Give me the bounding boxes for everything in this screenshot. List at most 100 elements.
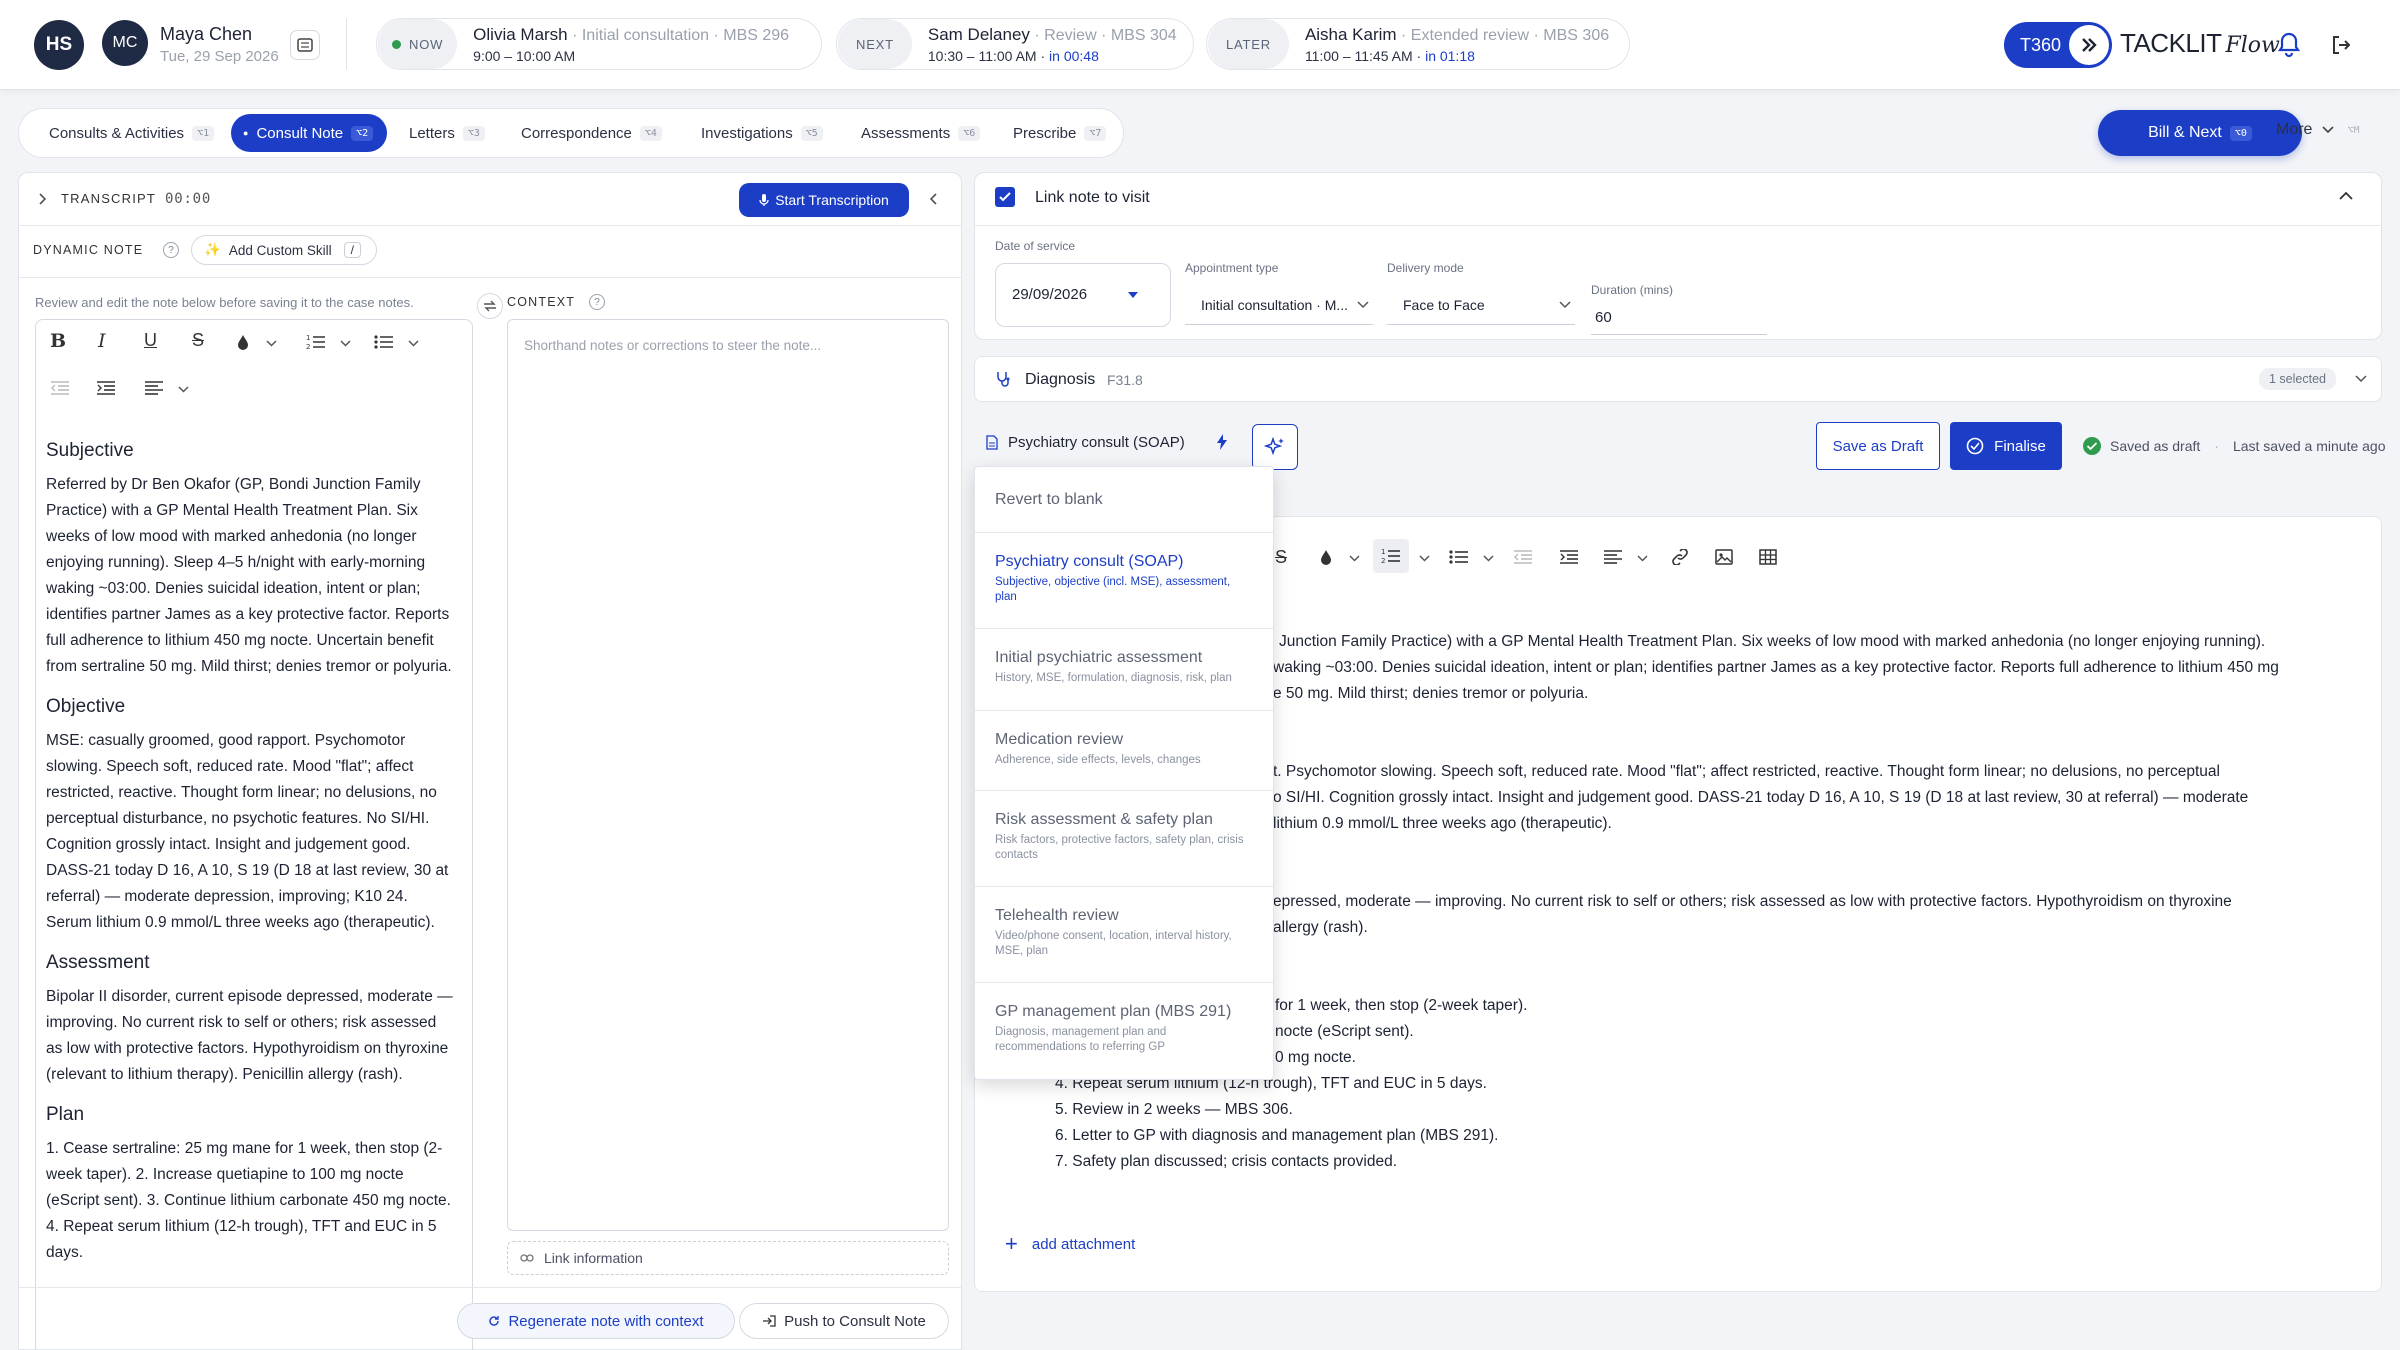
more-shortcut: ⌥M — [2347, 124, 2360, 136]
add-attachment-button[interactable]: + add attachment — [1005, 1233, 1136, 1255]
tab-assessments[interactable]: Assessments ⌥6 — [851, 114, 990, 152]
chevron-up-icon[interactable] — [2339, 191, 2353, 200]
chevron-down-icon[interactable] — [1419, 555, 1430, 562]
objective-heading: Objective — [46, 696, 126, 717]
brand-badge[interactable]: T360 — [2004, 22, 2112, 68]
indent-icon[interactable] — [1559, 549, 1579, 565]
template-menu-item[interactable]: GP management plan (MBS 291) Diagnosis, … — [975, 983, 1273, 1079]
finalise-button[interactable]: Finalise — [1950, 422, 2062, 470]
svg-text:2: 2 — [306, 343, 310, 351]
later-badge: LATER — [1208, 19, 1289, 69]
more-menu-button[interactable]: More ⌥M — [2276, 121, 2365, 139]
ordered-list-icon[interactable]: 12 — [1373, 539, 1409, 573]
bold-icon[interactable]: B — [50, 330, 66, 352]
date-of-service-field[interactable]: 29/09/2026 — [995, 263, 1171, 327]
chevron-down-icon[interactable] — [266, 340, 277, 347]
template-menu-item[interactable]: Telehealth review Video/phone consent, l… — [975, 887, 1273, 983]
template-menu-item[interactable]: Medication review Adherence, side effect… — [975, 711, 1273, 791]
italic-icon[interactable]: I — [98, 330, 106, 352]
stethoscope-icon — [995, 371, 1011, 387]
patient-card-icon[interactable] — [290, 30, 320, 60]
context-textarea[interactable]: Shorthand notes or corrections to steer … — [507, 319, 949, 1231]
start-transcription-button[interactable]: Start Transcription — [739, 183, 909, 217]
date-label: Date of service — [995, 239, 1076, 253]
appointment-later[interactable]: LATER Aisha Karim · Extended review · MB… — [1206, 18, 1630, 70]
regenerate-button[interactable]: Regenerate note with context — [457, 1303, 735, 1339]
help-icon[interactable]: ? — [589, 294, 605, 310]
tab-letters[interactable]: Letters ⌥3 — [399, 114, 495, 152]
menu-item-title: Risk assessment & safety plan — [995, 811, 1213, 828]
add-custom-skill-button[interactable]: ✨ Add Custom Skill / — [191, 235, 377, 265]
patient-info[interactable]: Maya Chen Tue, 29 Sep 2026 — [160, 24, 279, 65]
duration-field[interactable]: 60 — [1591, 303, 1767, 335]
template-menu: Revert to blank Psychiatry consult (SOAP… — [974, 466, 1274, 1080]
appointment-now[interactable]: NOW Olivia Marsh · Initial consultation … — [376, 18, 822, 70]
chevron-right-icon[interactable] — [35, 191, 51, 207]
delivery-mode-select[interactable]: Face to Face — [1387, 283, 1575, 325]
outdent-icon[interactable] — [1513, 549, 1533, 565]
tab-correspondence[interactable]: Correspondence ⌥4 — [511, 114, 672, 152]
finalise-label: Finalise — [1994, 437, 2046, 455]
ordered-list-icon[interactable]: 12 — [306, 333, 326, 351]
tab-consult-note[interactable]: ● Consult Note ⌥2 — [231, 114, 388, 152]
note-content[interactable]: Subjective Referred by Dr Ben Okafor (GP… — [46, 440, 456, 1266]
add-attachment-label: add attachment — [1031, 1235, 1136, 1253]
strikethrough-icon[interactable]: S — [1275, 547, 1287, 568]
save-as-draft-button[interactable]: Save as Draft — [1816, 422, 1940, 470]
text-color-icon[interactable] — [1319, 549, 1333, 565]
push-to-consult-note-button[interactable]: Push to Consult Note — [739, 1303, 949, 1339]
tab-investigations[interactable]: Investigations ⌥5 — [691, 114, 833, 152]
chevron-down-icon[interactable] — [340, 340, 351, 347]
lightning-icon[interactable] — [1216, 434, 1228, 450]
editor-line: e 50 mg. Mild thirst; denies tremor or p… — [1273, 685, 1589, 702]
chevron-down-icon[interactable] — [1483, 555, 1494, 562]
template-menu-item[interactable]: Risk assessment & safety plan Risk facto… — [975, 791, 1273, 887]
template-menu-item[interactable]: Initial psychiatric assessment History, … — [975, 629, 1273, 711]
indent-icon[interactable] — [96, 380, 116, 396]
link-visit-checkbox[interactable] — [995, 187, 1015, 207]
ai-sparkle-button[interactable] — [1252, 424, 1298, 470]
template-selector[interactable]: Psychiatry consult (SOAP) — [986, 434, 1185, 451]
collapse-left-icon[interactable] — [925, 191, 941, 207]
strikethrough-icon[interactable]: S — [192, 330, 204, 351]
chevron-down-icon[interactable] — [408, 340, 419, 347]
text-color-icon[interactable] — [236, 334, 250, 350]
table-icon[interactable] — [1759, 549, 1777, 565]
image-icon[interactable] — [1715, 549, 1733, 565]
editor-line: for 1 week, then stop (2-week taper). — [1275, 997, 1528, 1014]
chevron-down-icon[interactable] — [1637, 555, 1648, 562]
help-icon[interactable]: ? — [163, 242, 179, 258]
outdent-icon[interactable] — [50, 380, 70, 396]
link-icon[interactable] — [1671, 549, 1689, 565]
bullet-list-icon[interactable] — [1449, 549, 1469, 565]
revert-to-blank-item[interactable]: Revert to blank — [975, 467, 1273, 533]
push-label: Push to Consult Note — [784, 1312, 926, 1330]
bill-next-button[interactable]: Bill & Next ⌥0 — [2098, 110, 2302, 156]
chevron-down-icon[interactable] — [178, 386, 189, 393]
link-information-button[interactable]: Link information — [507, 1241, 949, 1275]
appointment-type-select[interactable]: Initial consultation · M... — [1185, 283, 1373, 325]
logout-icon[interactable] — [2326, 30, 2356, 60]
template-menu-item[interactable]: Psychiatry consult (SOAP) Subjective, ob… — [975, 533, 1273, 629]
tab-consults[interactable]: Consults & Activities ⌥1 — [39, 114, 224, 152]
bell-icon[interactable] — [2274, 28, 2304, 62]
tab-shortcut: ⌥1 — [192, 125, 215, 141]
editor-line: t. Psychomotor slowing. Speech soft, red… — [1273, 763, 2220, 780]
chevron-down-icon[interactable] — [1349, 555, 1360, 562]
bill-next-label: Bill & Next — [2148, 124, 2222, 141]
tab-prescribe[interactable]: Prescribe ⌥7 — [1003, 114, 1116, 152]
editor-line: 6. Letter to GP with diagnosis and manag… — [1055, 1127, 1499, 1144]
subjective-text: Referred by Dr Ben Okafor (GP, Bondi Jun… — [46, 476, 452, 675]
align-icon[interactable] — [144, 380, 164, 396]
appointment-name: Olivia Marsh — [473, 24, 568, 44]
note-editor[interactable]: B I U S 12 Subjective Referred by Dr Ben… — [35, 319, 473, 1350]
tab-shortcut: ⌥6 — [958, 125, 981, 141]
appointment-next[interactable]: NEXT Sam Delaney · Review · MBS 304 10:3… — [836, 18, 1194, 70]
user-avatar[interactable]: HS — [34, 20, 84, 70]
underline-icon[interactable]: U — [144, 330, 157, 351]
patient-avatar[interactable]: MC — [102, 20, 148, 66]
bullet-list-icon[interactable] — [374, 334, 394, 350]
align-icon[interactable] — [1603, 549, 1623, 565]
diagnosis-bar[interactable]: Diagnosis F31.8 1 selected — [974, 356, 2382, 402]
swap-icon[interactable] — [477, 293, 503, 319]
